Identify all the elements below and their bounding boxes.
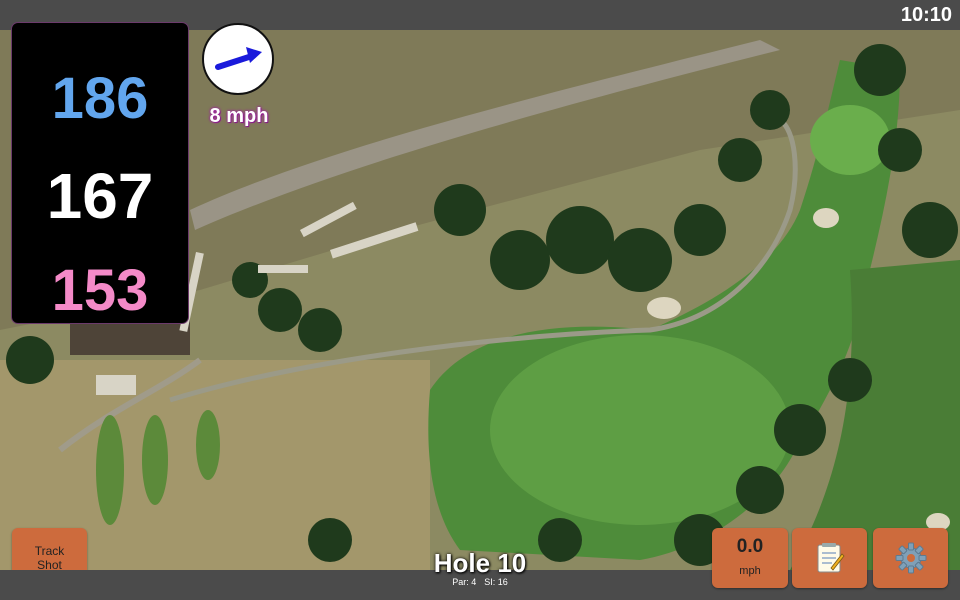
hole-meta: Par: 4 SI: 16	[380, 577, 580, 587]
middle-distance: 167	[46, 160, 154, 232]
settings-button[interactable]	[873, 528, 948, 588]
gear-icon	[895, 542, 926, 574]
back-distance: 186	[51, 66, 149, 131]
speed-unit: mph	[739, 565, 761, 577]
speed-value: 0.0	[736, 536, 764, 557]
wind-indicator	[202, 23, 274, 95]
hole-par: Par: 4	[452, 577, 477, 587]
track-shot-label: Track Shot	[34, 544, 65, 572]
notepad-icon	[817, 543, 845, 573]
wind-speed: 8 mph	[209, 105, 269, 127]
clock: 10:10	[900, 4, 952, 26]
speed-button[interactable]: 0.0 mph	[712, 528, 788, 588]
hole-title: Hole 10	[433, 548, 527, 578]
wind-arrow-icon	[215, 47, 262, 70]
distance-panel: 186 167 153	[11, 22, 189, 324]
notes-button[interactable]	[792, 528, 867, 588]
hole-si: SI: 16	[484, 577, 508, 587]
front-distance: 153	[51, 258, 149, 323]
